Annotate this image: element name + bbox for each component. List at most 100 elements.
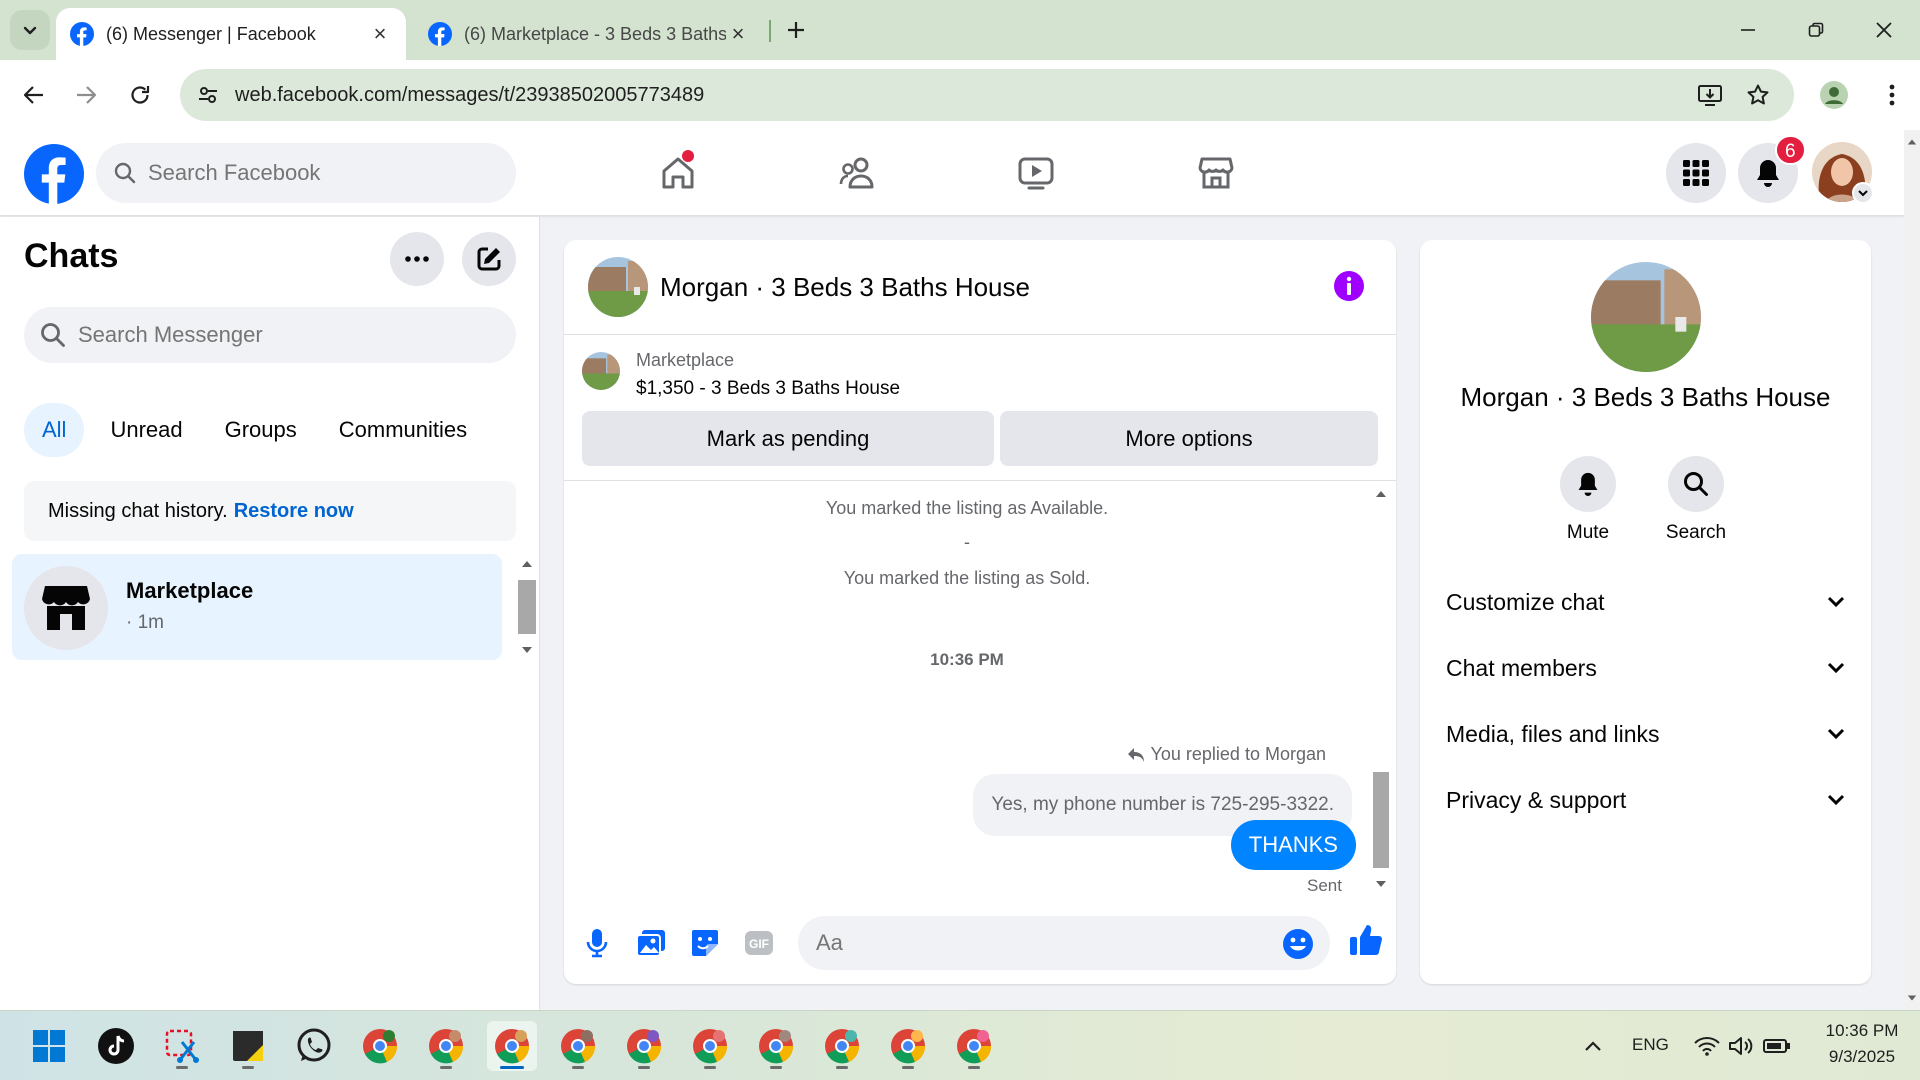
nav-video[interactable] [976,140,1096,206]
nav-marketplace[interactable] [1156,140,1276,206]
taskbar-chrome-profile-2[interactable] [421,1021,471,1071]
chat-options-button[interactable] [390,232,444,286]
conversation-avatar[interactable] [588,257,648,317]
mute-button[interactable] [1560,456,1616,512]
sticker-button[interactable] [686,924,724,962]
taskbar-chrome-profile-7[interactable] [751,1021,801,1071]
forward-button[interactable] [66,75,106,115]
emoji-icon[interactable] [1282,928,1314,960]
reply-note: You replied to Morgan [1127,744,1326,765]
like-button[interactable] [1346,920,1386,960]
filter-tab-all[interactable]: All [24,403,85,457]
tab-search-button[interactable] [10,10,50,50]
facebook-logo-icon[interactable] [24,144,84,204]
install-app-button[interactable] [1694,79,1726,111]
chat-list-item[interactable]: Marketplace · 1m [12,554,502,660]
language-indicator[interactable]: ENG [1632,1035,1669,1055]
page-scrollbar[interactable] [1904,130,1920,1010]
taskbar-chrome-profile-4[interactable] [553,1021,603,1071]
taskbar-tiktok[interactable] [91,1021,141,1071]
new-message-button[interactable] [462,232,516,286]
attach-photo-button[interactable] [632,924,670,962]
more-options-button[interactable]: More options [1000,411,1378,466]
reload-icon [131,86,150,104]
messenger-search-box[interactable] [24,307,516,363]
taskbar-chrome-active[interactable] [487,1021,537,1071]
start-button[interactable] [24,1021,74,1071]
message-input-box[interactable] [798,916,1330,970]
restore-button[interactable] [1784,8,1848,52]
voice-clip-button[interactable] [578,924,616,962]
listing-title[interactable]: $1,350 - 3 Beds 3 Baths House [636,378,900,400]
close-tab-icon[interactable]: × [368,21,392,46]
bookmark-star-button[interactable] [1742,79,1774,111]
chat-list-scrollbar[interactable] [516,554,538,660]
filter-tab-unread[interactable]: Unread [94,403,198,457]
sent-message-bubble[interactable]: THANKS [1230,820,1356,870]
back-button[interactable] [14,75,54,115]
nav-home[interactable] [618,140,738,206]
facebook-search-box[interactable] [96,143,516,203]
clock-date[interactable]: 9/3/2025 [1814,1047,1910,1067]
clock-time[interactable]: 10:36 PM [1814,1021,1910,1041]
profile-button[interactable] [1814,75,1854,115]
filter-tab-groups[interactable]: Groups [209,403,313,457]
url-text[interactable]: web.facebook.com/messages/t/239385020057… [235,69,704,121]
address-bar[interactable]: web.facebook.com/messages/t/239385020057… [180,69,1794,121]
star-icon [1747,84,1769,105]
message-input[interactable] [816,916,1256,970]
search-action[interactable]: Search [1646,456,1746,544]
browser-tab-messenger[interactable]: (6) Messenger | Facebook × [56,8,406,60]
show-hidden-icons-button[interactable] [1578,1031,1608,1061]
info-icon[interactable] [1333,270,1365,302]
new-tab-button[interactable] [780,14,812,46]
minimize-button[interactable] [1716,8,1780,52]
scrollbar-thumb[interactable] [518,580,536,634]
bell-icon [1578,472,1598,496]
gif-button[interactable]: GIF [740,924,778,962]
section-privacy-support[interactable]: Privacy & support [1420,770,1871,830]
windows-logo-icon [33,1030,65,1062]
section-customize-chat[interactable]: Customize chat [1420,572,1871,632]
account-menu-caret[interactable] [1852,182,1874,204]
volume-button[interactable] [1726,1031,1756,1061]
browser-tab-marketplace[interactable]: (6) Marketplace - 3 Beds 3 Baths House × [414,8,764,60]
messenger-search-input[interactable] [78,322,378,348]
browser-menu-button[interactable] [1872,75,1912,115]
close-tab-icon[interactable]: × [726,21,750,46]
section-media-files-links[interactable]: Media, files and links [1420,704,1871,764]
reload-button[interactable] [120,75,160,115]
listing-thumbnail[interactable] [582,352,620,390]
taskbar-chrome-profile-9[interactable] [883,1021,933,1071]
section-label: Privacy & support [1446,786,1627,813]
facebook-search-input[interactable] [148,160,448,186]
thread-scrollbar[interactable] [1370,482,1392,902]
running-indicator [770,1066,782,1069]
running-indicator [902,1066,914,1069]
reply-arrow-icon [1127,747,1144,762]
contact-avatar[interactable] [1591,262,1701,372]
taskbar-chrome-profile-1[interactable] [355,1021,405,1071]
scrollbar-thumb[interactable] [1373,772,1389,868]
taskbar-chrome-profile-5[interactable] [619,1021,669,1071]
site-info-button[interactable] [190,77,226,113]
taskbar-snipping-tool[interactable] [157,1021,207,1071]
taskbar-chrome-profile-6[interactable] [685,1021,735,1071]
filter-tab-communities[interactable]: Communities [323,403,483,457]
close-window-button[interactable] [1852,8,1916,52]
taskbar-chrome-profile-10[interactable] [949,1021,999,1071]
battery-button[interactable] [1762,1031,1792,1061]
taskbar-sticky-notes[interactable] [223,1021,273,1071]
scroll-up-arrow-icon [1376,491,1386,497]
taskbar-whatsapp[interactable] [289,1021,339,1071]
nav-friends[interactable] [798,140,918,206]
menu-grid-button[interactable] [1666,143,1726,203]
mute-action[interactable]: Mute [1538,456,1638,544]
taskbar-chrome-profile-8[interactable] [817,1021,867,1071]
restore-now-link[interactable]: Restore now [234,500,354,523]
mark-as-pending-button[interactable]: Mark as pending [582,411,994,466]
conversation-title[interactable]: Morgan · 3 Beds 3 Baths House [660,272,1030,303]
wifi-button[interactable] [1692,1031,1722,1061]
section-chat-members[interactable]: Chat members [1420,638,1871,698]
search-in-chat-button[interactable] [1668,456,1724,512]
